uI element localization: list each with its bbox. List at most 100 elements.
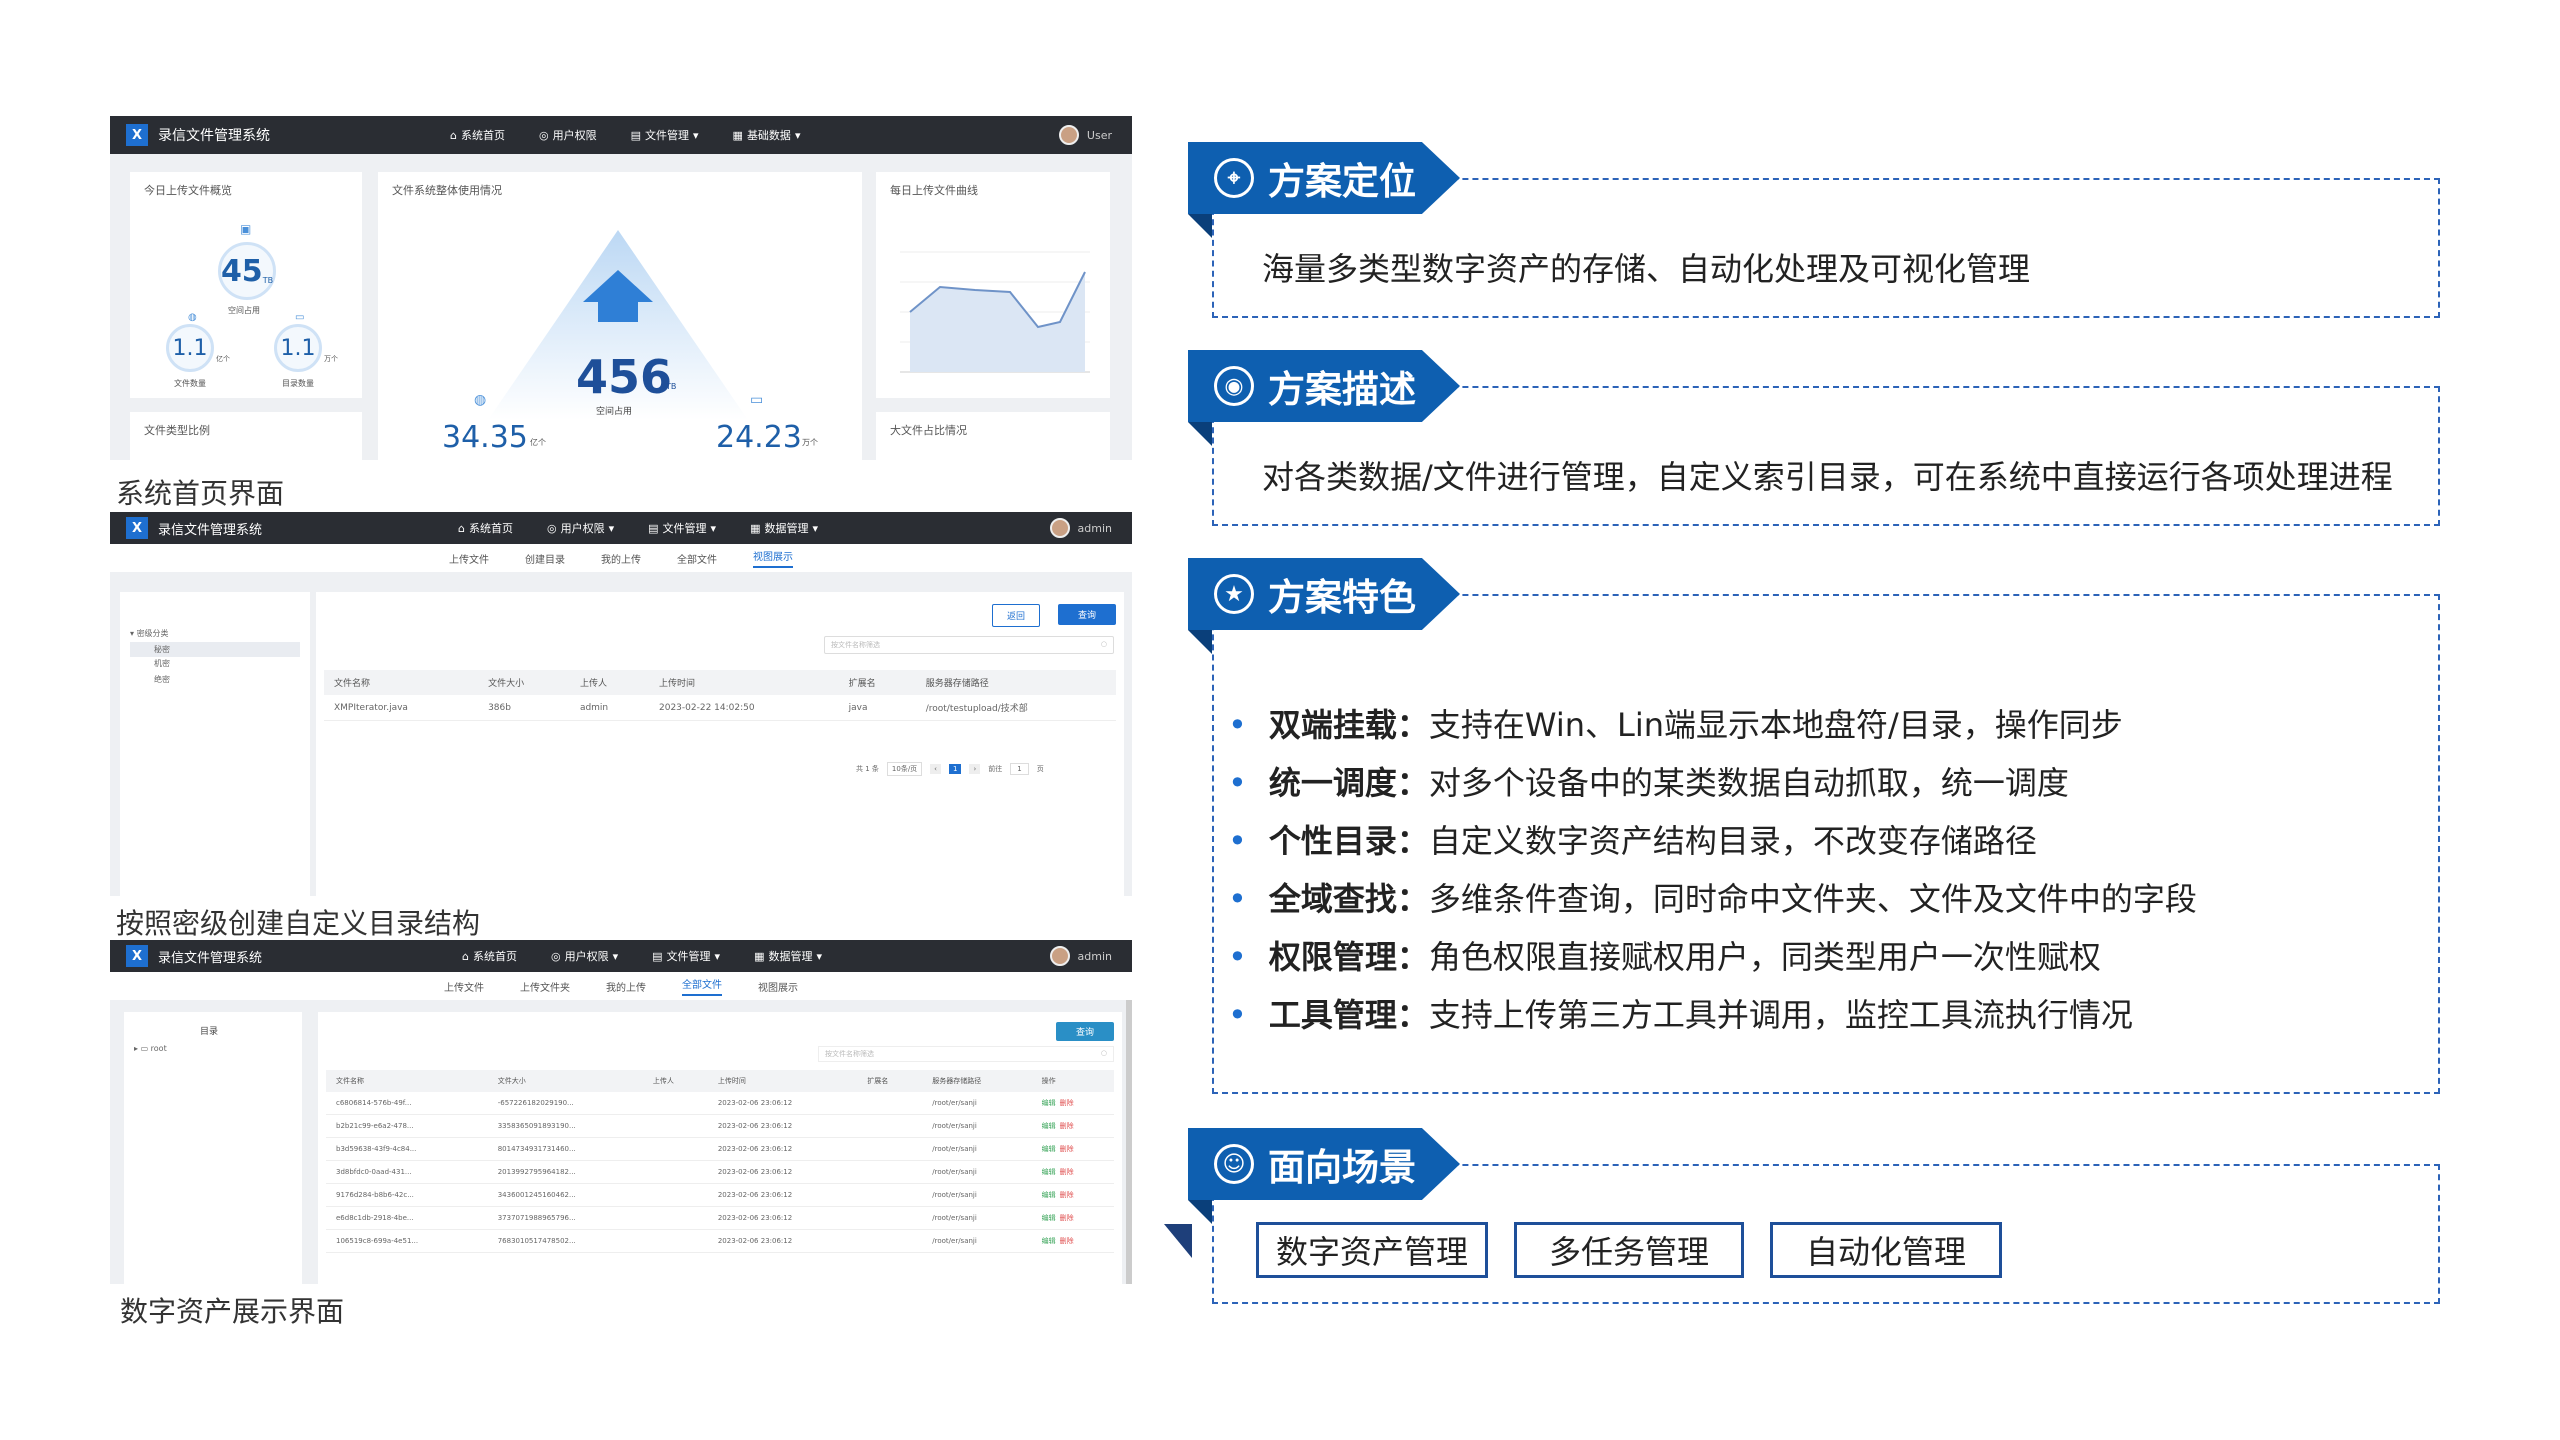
- tree-panel: ▾ 密级分类 秘密 机密 绝密: [120, 592, 310, 896]
- scrollbar[interactable]: [1126, 1000, 1132, 1284]
- tab-upload[interactable]: 上传文件: [449, 551, 489, 566]
- col-header: 上传人: [569, 670, 649, 695]
- nav-home[interactable]: ⌂ 系统首页: [450, 127, 505, 143]
- tab-my-upload[interactable]: 我的上传: [601, 551, 641, 566]
- file-icon: ◍: [188, 312, 197, 323]
- search-input[interactable]: 按文件名称筛选 ○: [818, 1046, 1114, 1062]
- edit-button[interactable]: 编辑: [1042, 1214, 1056, 1222]
- home-screenshot: X 录信文件管理系统 ⌂ 系统首页 ◎ 用户权限 ▤ 文件管理 ▾ ▦ 基础数据 ▾ U…: [110, 116, 1132, 460]
- features-tag: ★ 方案特色: [1188, 558, 1460, 630]
- nav-files[interactable]: ▤ 文件管理 ▾: [631, 127, 699, 143]
- star-icon: ★: [1214, 574, 1254, 614]
- folder-icon: ▤: [652, 949, 663, 963]
- database-icon: ▦: [750, 521, 761, 535]
- avatar: [1058, 125, 1079, 145]
- nav-users[interactable]: ◎ 用户权限 ▾: [551, 948, 618, 964]
- page-button[interactable]: 1: [948, 764, 962, 774]
- folder-icon: ▤: [630, 128, 641, 142]
- page-size-select[interactable]: 10条/页: [886, 762, 923, 776]
- today-space-label: 空间占用: [228, 306, 260, 315]
- user-menu[interactable]: admin: [1049, 518, 1112, 538]
- tab-all-files[interactable]: 全部文件: [677, 551, 717, 566]
- edit-button[interactable]: 编辑: [1042, 1122, 1056, 1130]
- table-row[interactable]: e6d8c1db-2918-4be... 3737071988965796... 2…: [326, 1206, 1114, 1230]
- card-usage: 文件系统整体使用情况 456 TB 空间占用 ◍ 34.35 亿个 ▭ 24.2…: [378, 172, 862, 460]
- delete-button[interactable]: 删除: [1060, 1168, 1074, 1176]
- sub-tabs: 上传文件 创建目录 我的上传 全部文件 视图展示: [110, 544, 1132, 572]
- query-button[interactable]: 查询: [1056, 1022, 1115, 1041]
- col-header: 文件大小: [487, 1070, 643, 1092]
- folder-icon-small: ▭: [295, 312, 305, 323]
- table-row[interactable]: 3d8bfdc0-0aad-431... 2013992795964182... 2…: [326, 1160, 1114, 1184]
- avatar: [1049, 946, 1070, 966]
- table-row[interactable]: b2b21c99-e6a2-478... 3358365091893190... 2…: [326, 1114, 1114, 1138]
- user-menu[interactable]: User: [1058, 125, 1112, 145]
- nav-data[interactable]: ▦ 数据管理 ▾: [750, 520, 818, 536]
- app-logo: X: [126, 945, 148, 967]
- edit-button[interactable]: 编辑: [1042, 1191, 1056, 1199]
- tab-all-files[interactable]: 全部文件: [682, 976, 722, 996]
- caption-home: 系统首页界面: [116, 477, 285, 510]
- back-button[interactable]: 返回: [992, 604, 1041, 627]
- tree-root[interactable]: ▾ 密级分类: [130, 628, 169, 639]
- goto-page-input[interactable]: 1: [1010, 763, 1029, 775]
- delete-button[interactable]: 删除: [1060, 1214, 1074, 1222]
- card-title: 每日上传文件曲线: [890, 184, 978, 197]
- target-icon: ◉: [1214, 366, 1254, 406]
- delete-button[interactable]: 删除: [1060, 1237, 1074, 1245]
- edit-button[interactable]: 编辑: [1042, 1237, 1056, 1245]
- table-row[interactable]: 106519c8-699a-4e51... 7683010517478502...…: [326, 1229, 1114, 1253]
- tab-my-upload[interactable]: 我的上传: [606, 979, 646, 994]
- tab-view[interactable]: 视图展示: [753, 548, 793, 568]
- today-files-value: 1.1: [172, 335, 208, 361]
- feature-item: • 工具管理：支持上传第三方工具并调用，监控工具流执行情况: [1228, 996, 2133, 1034]
- card-title: 今日上传文件概览: [144, 184, 232, 197]
- table-row[interactable]: b3d59638-43f9-4c84... 8014734931731460...…: [326, 1137, 1114, 1161]
- prev-page-button[interactable]: ‹: [930, 764, 941, 774]
- avatar: [1049, 518, 1070, 538]
- tree-title: 目录: [200, 1027, 219, 1037]
- tree-item[interactable]: 秘密: [130, 642, 300, 657]
- table-row[interactable]: c6806814-576b-49f... -657226182029190... 2…: [326, 1092, 1114, 1115]
- image-icon: ▣: [240, 222, 252, 236]
- col-header: 文件大小: [478, 670, 570, 695]
- scenario-automation: 自动化管理: [1770, 1222, 2002, 1278]
- edit-button[interactable]: 编辑: [1042, 1168, 1056, 1176]
- nav-home[interactable]: ⌂ 系统首页: [462, 948, 517, 964]
- nav-files[interactable]: ▤ 文件管理 ▾: [648, 520, 716, 536]
- next-page-button[interactable]: ›: [969, 764, 981, 774]
- nav-home[interactable]: ⌂ 系统首页: [458, 520, 513, 536]
- edit-button[interactable]: 编辑: [1042, 1099, 1056, 1107]
- delete-button[interactable]: 删除: [1060, 1191, 1074, 1199]
- scenario-digital-assets: 数字资产管理: [1256, 1222, 1488, 1278]
- nav-users[interactable]: ◎ 用户权限 ▾: [547, 520, 614, 536]
- tab-upload[interactable]: 上传文件: [444, 979, 484, 994]
- nav-users[interactable]: ◎ 用户权限: [539, 127, 597, 143]
- tree-item[interactable]: 绝密: [154, 674, 170, 685]
- delete-button[interactable]: 删除: [1060, 1145, 1074, 1153]
- users-icon: ◎: [546, 521, 557, 535]
- location-pin-icon: ⌖: [1214, 158, 1254, 198]
- delete-button[interactable]: 删除: [1060, 1122, 1074, 1130]
- edit-button[interactable]: 编辑: [1042, 1145, 1056, 1153]
- user-menu[interactable]: admin: [1049, 946, 1112, 966]
- search-input[interactable]: 按文件名称筛选 ○: [824, 636, 1114, 654]
- file-table: 文件名称 文件大小 上传人 上传时间 扩展名 服务器存储路径 XMPIterat…: [324, 670, 1116, 721]
- nav-data[interactable]: ▦ 数据管理 ▾: [754, 948, 822, 964]
- nav-basic[interactable]: ▦ 基础数据 ▾: [733, 127, 801, 143]
- nav-files[interactable]: ▤ 文件管理 ▾: [652, 948, 720, 964]
- table-row[interactable]: 9176d284-b8b6-42c... 3436001245160462... 2…: [326, 1183, 1114, 1207]
- tree-root[interactable]: ▸ ▭ root: [134, 1044, 167, 1053]
- tab-view[interactable]: 视图展示: [758, 979, 798, 994]
- tab-create-dir[interactable]: 创建目录: [525, 551, 565, 566]
- col-header: 文件名称: [326, 1070, 488, 1092]
- col-header: 服务器存储路径: [915, 670, 1116, 695]
- delete-button[interactable]: 删除: [1060, 1099, 1074, 1107]
- file-table: 文件名称 文件大小 上传人 上传时间 扩展名 服务器存储路径 操作 c68068…: [326, 1070, 1114, 1253]
- tree-item[interactable]: 机密: [154, 658, 170, 669]
- sub-tabs: 上传文件 上传文件夹 我的上传 全部文件 视图展示: [110, 972, 1132, 1000]
- feature-item: • 个性目录：自定义数字资产结构目录，不改变存储路径: [1228, 822, 2037, 860]
- query-button[interactable]: 查询: [1058, 604, 1117, 625]
- tab-upload-folder[interactable]: 上传文件夹: [520, 979, 570, 994]
- table-row[interactable]: XMPIterator.java 386b admin 2023-02-22 14:…: [324, 695, 1116, 721]
